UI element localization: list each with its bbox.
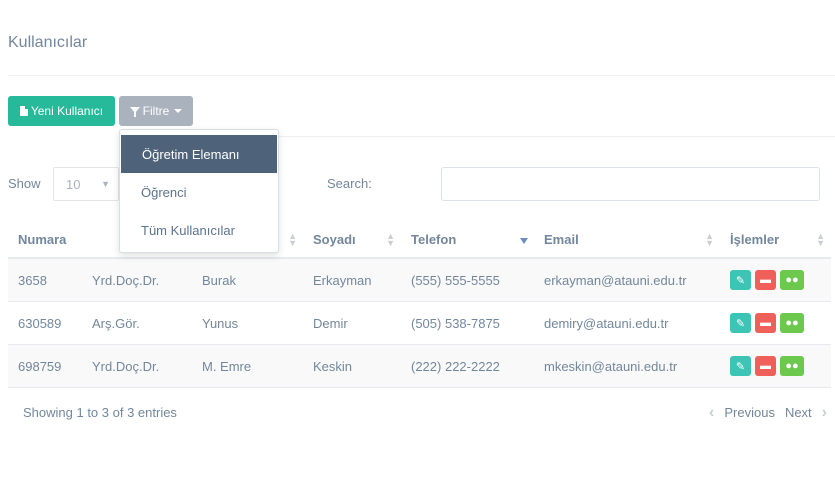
- length-label: Show: [8, 176, 41, 191]
- filter-item-ogretim-elemani[interactable]: Öğretim Elemanı: [121, 135, 277, 173]
- sort-icon: ▲ ▼: [816, 231, 825, 248]
- column-email[interactable]: Email ▲ ▼: [534, 222, 720, 257]
- delete-button[interactable]: ▬: [755, 313, 776, 333]
- filter-item-ogrenci[interactable]: Öğrenci: [120, 173, 278, 211]
- cell-adi: M. Emre: [202, 358, 252, 374]
- sort-desc-icon: [520, 238, 528, 244]
- cell-telefon: (505) 538-7875: [411, 315, 500, 331]
- filter-item-tum-kullanicilar[interactable]: Tüm Kullanıcılar: [120, 211, 278, 249]
- table-info: Showing 1 to 3 of 3 entries: [23, 405, 177, 420]
- cell-unvan: Yrd.Doç.Dr.: [92, 272, 160, 288]
- edit-button[interactable]: ✎: [730, 313, 751, 333]
- pagination: ‹ Previous Next ›: [709, 404, 827, 421]
- cell-telefon: (555) 555-5555: [411, 272, 500, 288]
- new-user-label: Yeni Kullanıcı: [30, 104, 104, 118]
- title-divider: [8, 75, 835, 76]
- cell-soyadi: Erkayman: [313, 272, 372, 288]
- table-row: 3658 Yrd.Doç.Dr. Burak Erkayman (555) 55…: [8, 259, 831, 302]
- chevron-left-icon: ‹: [709, 404, 715, 421]
- trash-icon: ▬: [760, 360, 771, 372]
- cell-numara: 3658: [18, 272, 47, 288]
- column-numara[interactable]: Numara: [8, 222, 82, 257]
- pencil-icon: ✎: [735, 360, 746, 373]
- trash-icon: ▬: [760, 274, 771, 286]
- cell-soyadi: Demir: [313, 315, 348, 331]
- funnel-icon: [129, 107, 140, 117]
- search-input[interactable]: [441, 167, 820, 201]
- cell-adi: Yunus: [202, 315, 239, 331]
- column-soyadi[interactable]: Soyadı ▲ ▼: [303, 222, 401, 257]
- table-row: 698759 Yrd.Doç.Dr. M. Emre Keskin (222) …: [8, 345, 831, 388]
- users-icon: ●●: [785, 360, 799, 372]
- row-actions: ✎ ▬ ●●: [720, 302, 831, 344]
- users-icon: ●●: [785, 274, 799, 286]
- cell-email: mkeskin@atauni.edu.tr: [544, 358, 678, 374]
- column-telefon[interactable]: Telefon: [401, 222, 534, 257]
- column-islemler[interactable]: İşlemler ▲ ▼: [720, 222, 831, 257]
- delete-button[interactable]: ▬: [755, 356, 776, 376]
- group-button[interactable]: ●●: [780, 313, 804, 333]
- delete-button[interactable]: ▬: [755, 270, 776, 290]
- table-row: 630589 Arş.Gör. Yunus Demir (505) 538-78…: [8, 302, 831, 345]
- filter-label: Filtre: [142, 104, 170, 118]
- sort-icon: ▲ ▼: [386, 231, 395, 248]
- caret-down-icon: [174, 109, 183, 113]
- chevron-right-icon: ›: [821, 404, 827, 421]
- cell-unvan: Arş.Gör.: [92, 315, 140, 331]
- sort-icon: ▲ ▼: [705, 231, 714, 248]
- cell-telefon: (222) 222-2222: [411, 358, 500, 374]
- cell-numara: 698759: [18, 358, 62, 374]
- edit-button[interactable]: ✎: [730, 356, 751, 376]
- cell-numara: 630589: [18, 315, 62, 331]
- new-user-button[interactable]: Yeni Kullanıcı: [8, 96, 115, 126]
- file-icon: [19, 106, 28, 116]
- next-button[interactable]: Next: [785, 405, 812, 420]
- previous-button[interactable]: Previous: [724, 405, 775, 420]
- pencil-icon: ✎: [735, 317, 746, 330]
- users-icon: ●●: [785, 317, 799, 329]
- sort-icon: ▲ ▼: [288, 231, 297, 248]
- group-button[interactable]: ●●: [780, 270, 804, 290]
- page-title: Kullanıcılar: [8, 34, 88, 51]
- group-button[interactable]: ●●: [780, 356, 804, 376]
- length-value: 10: [66, 176, 81, 192]
- cell-soyadi: Keskin: [313, 358, 353, 374]
- chevron-down-icon: ▼: [101, 179, 110, 189]
- length-select[interactable]: 10 ▼: [53, 167, 119, 201]
- filter-button[interactable]: Filtre: [119, 96, 193, 126]
- search-label: Search:: [327, 176, 372, 191]
- cell-adi: Burak: [202, 272, 236, 288]
- filter-dropdown-menu: Öğretim Elemanı Öğrenci Tüm Kullanıcılar: [119, 129, 279, 253]
- cell-email: erkayman@atauni.edu.tr: [544, 272, 687, 288]
- edit-button[interactable]: ✎: [730, 270, 751, 290]
- row-actions: ✎ ▬ ●●: [720, 259, 831, 301]
- cell-email: demiry@atauni.edu.tr: [544, 315, 669, 331]
- cell-unvan: Yrd.Doç.Dr.: [92, 358, 160, 374]
- pencil-icon: ✎: [735, 274, 746, 287]
- row-actions: ✎ ▬ ●●: [720, 345, 831, 387]
- trash-icon: ▬: [760, 317, 771, 329]
